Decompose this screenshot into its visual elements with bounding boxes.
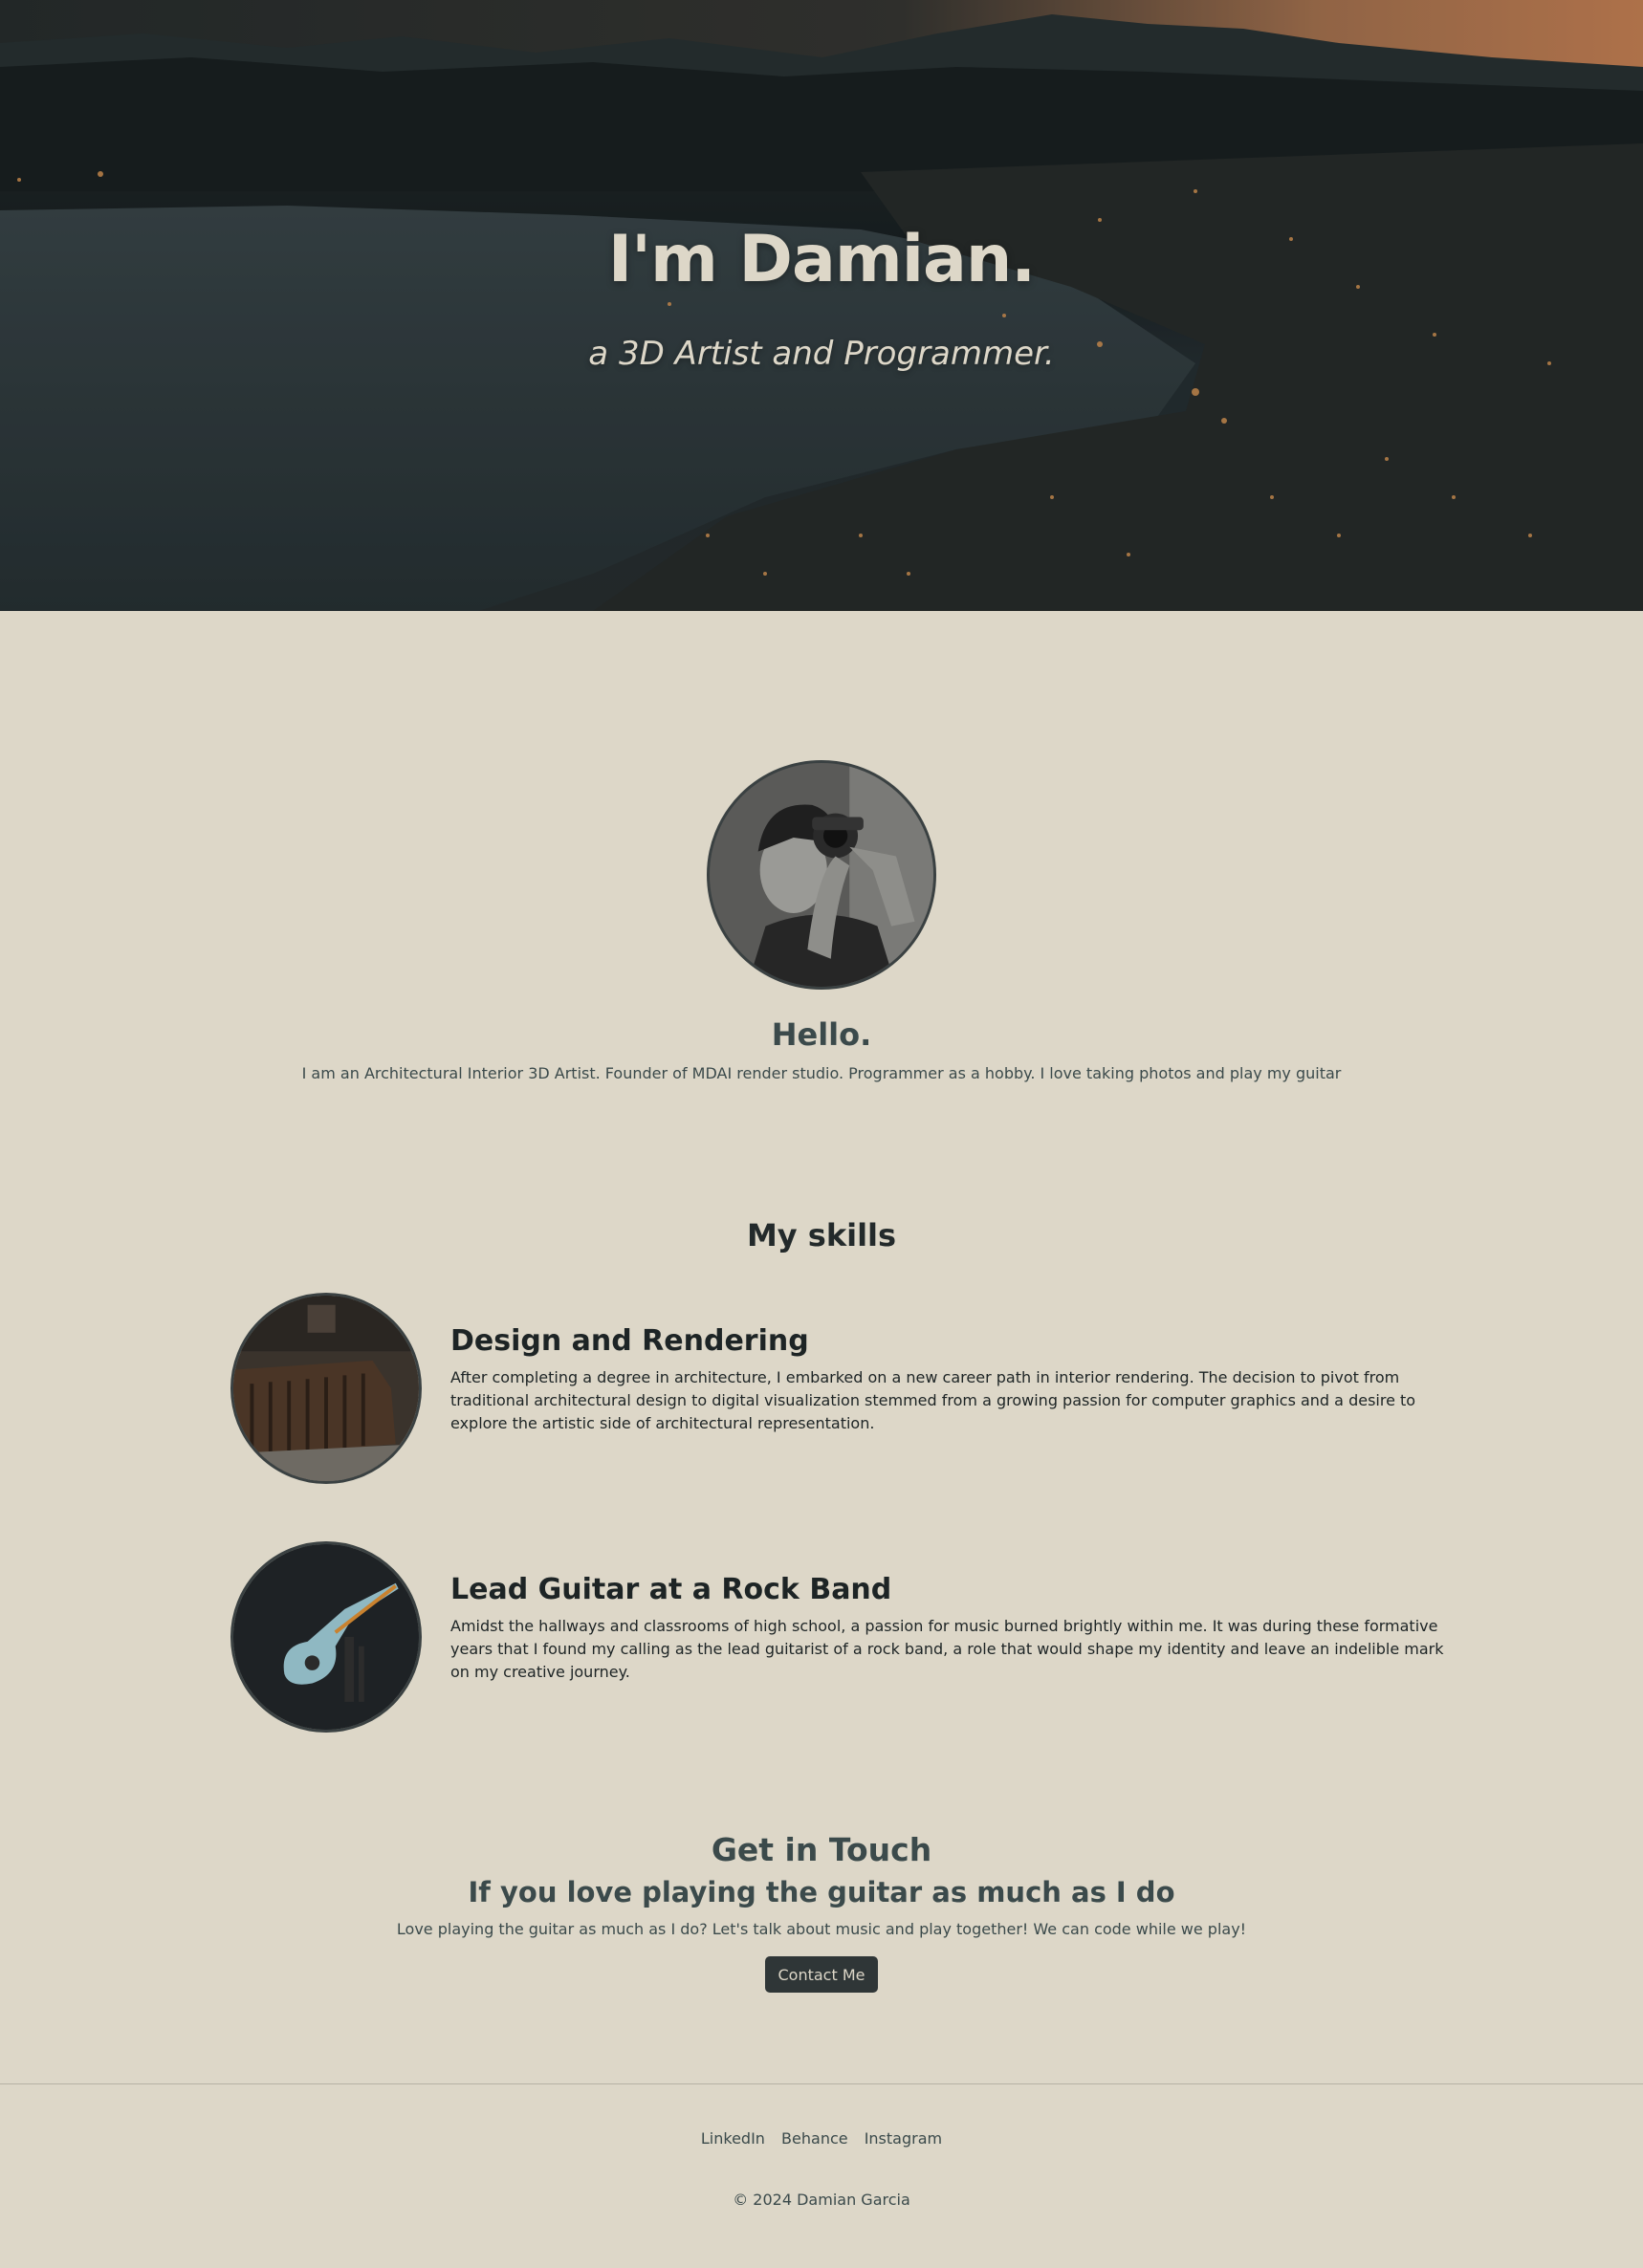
hero-banner: I'm Damian. a 3D Artist and Programmer. (0, 0, 1643, 611)
skill-text-guitar: Amidst the hallways and classrooms of hi… (450, 1617, 1444, 1681)
skill-title-guitar: Lead Guitar at a Rock Band (450, 1573, 892, 1606)
skill-title-rendering: Design and Rendering (450, 1324, 809, 1358)
contact-subheading: If you love playing the guitar as much a… (468, 1876, 1175, 1908)
contact-me-button[interactable]: Contact Me (765, 1956, 878, 1993)
footer-link-instagram[interactable]: Instagram (865, 2129, 942, 2148)
contact-text: Love playing the guitar as much as I do?… (396, 1920, 1247, 1938)
skill-image-guitar (230, 1541, 422, 1733)
skill-text-rendering: After completing a degree in architectur… (450, 1368, 1416, 1432)
hero-background-image (0, 0, 1643, 611)
footer-link-behance[interactable]: Behance (781, 2129, 848, 2148)
footer-link-linkedin[interactable]: LinkedIn (701, 2129, 765, 2148)
copyright: © 2024 Damian Garcia (733, 2191, 910, 2209)
about-heading: Hello. (771, 1016, 872, 1053)
footer-divider (0, 2083, 1643, 2084)
contact-heading: Get in Touch (711, 1831, 932, 1868)
skill-image-rendering (230, 1293, 422, 1484)
hero-title: I'm Damian. (607, 222, 1036, 297)
profile-avatar (707, 760, 936, 990)
skills-heading: My skills (746, 1217, 897, 1254)
footer-links: LinkedIn Behance Instagram (0, 2129, 1643, 2148)
hero-subtitle: a 3D Artist and Programmer. (588, 335, 1055, 373)
about-text: I am an Architectural Interior 3D Artist… (301, 1064, 1342, 1082)
